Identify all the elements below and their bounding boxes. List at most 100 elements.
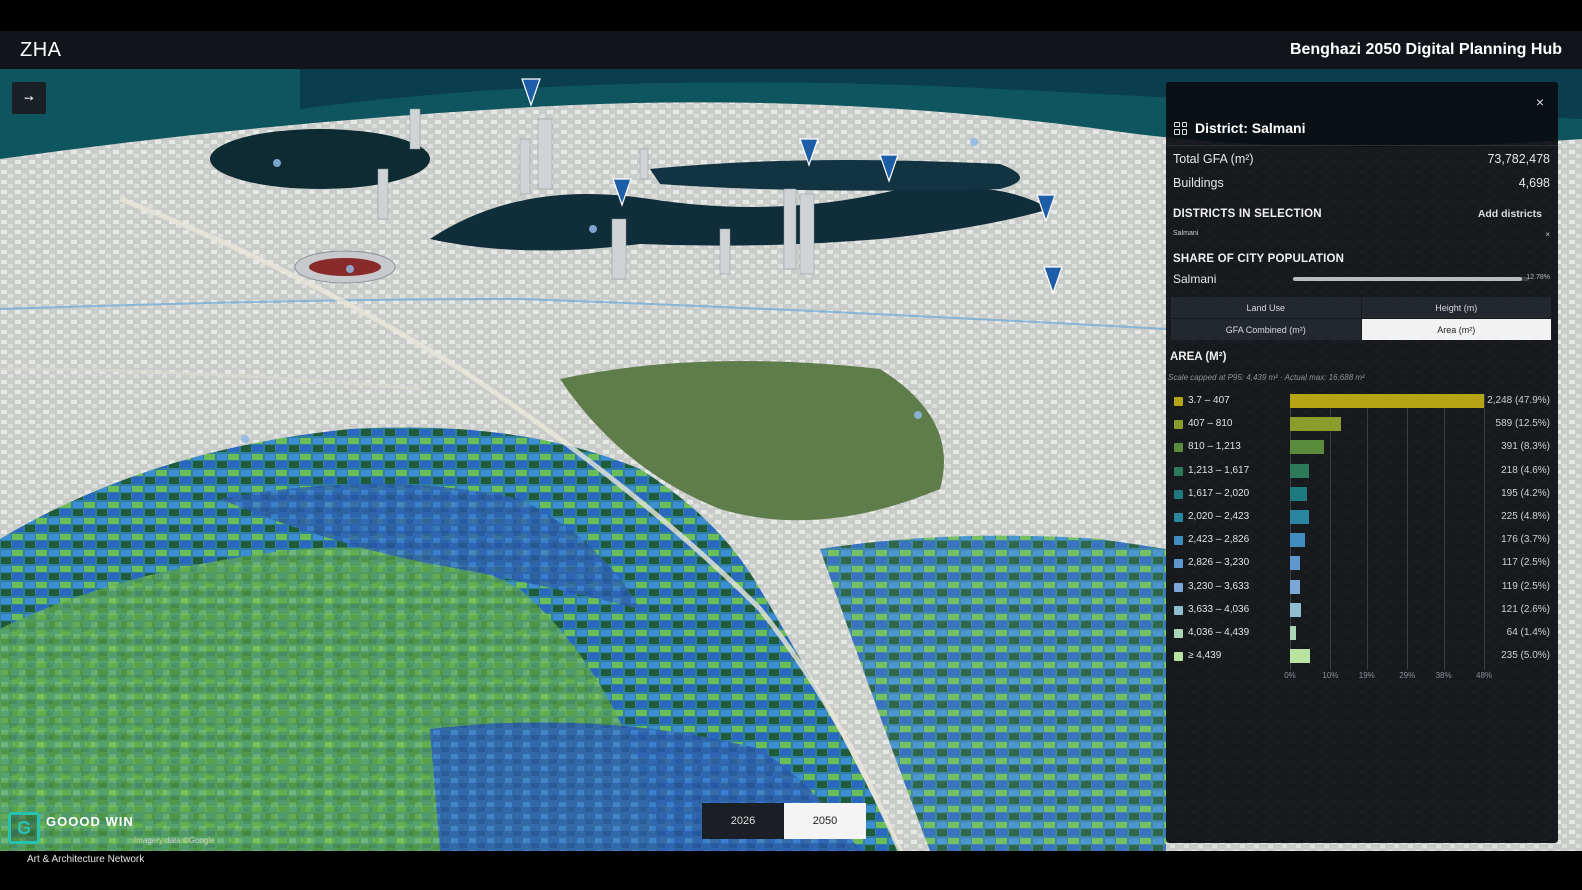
bar-value-label: 121 (2.6%) — [1501, 603, 1550, 615]
x-tick-label: 0% — [1284, 671, 1296, 680]
tab-area[interactable]: Area (m²) — [1361, 319, 1551, 340]
histogram-row: 2,826 – 3,230 117 (2.5%) — [1172, 556, 1550, 571]
total-gfa-value: 73,782,478 — [1487, 152, 1550, 166]
legend-swatch — [1174, 559, 1183, 569]
histogram-bar[interactable] — [1290, 417, 1341, 432]
grid-icon — [1174, 121, 1187, 135]
bin-label: 4,036 – 4,439 — [1188, 627, 1250, 638]
histogram-row: 1,617 – 2,020 195 (4.2%) — [1172, 486, 1550, 501]
histogram-row: 407 – 810 589 (12.5%) — [1172, 417, 1550, 432]
close-panel-button[interactable]: × — [1536, 94, 1544, 110]
bar-value-label: 2,248 (47.9%) — [1487, 395, 1550, 406]
bar-value-label: 117 (2.5%) — [1501, 557, 1550, 569]
histogram-row: 2,423 – 2,826 176 (3.7%) — [1172, 533, 1550, 548]
bar-value-label: 64 (1.4%) — [1506, 627, 1550, 638]
histogram-bar[interactable] — [1290, 440, 1324, 455]
x-tick-label: 19% — [1358, 671, 1375, 680]
tab-land-use[interactable]: Land Use — [1171, 297, 1361, 318]
legend-swatch — [1174, 652, 1183, 662]
legend-swatch — [1174, 397, 1183, 406]
histogram-row: 810 – 1,213 391 (8.3%) — [1172, 440, 1550, 455]
population-value: 12.78% — [1526, 274, 1550, 281]
bar-value-label: 176 (3.7%) — [1501, 534, 1550, 546]
watermark-brand: GOOOD WIN — [46, 814, 134, 829]
histogram-bar[interactable] — [1290, 649, 1311, 664]
bin-label: 2,423 – 2,826 — [1188, 534, 1250, 546]
total-gfa-row: Total GFA (m²) 73,782,478 — [1173, 152, 1550, 166]
histogram-bar[interactable] — [1290, 602, 1301, 617]
x-tick-label: 10% — [1322, 671, 1339, 680]
watermark: G GOOOD WIN Imagery data ©Google — [8, 812, 215, 845]
legend-swatch — [1174, 629, 1183, 638]
x-tick-label: 38% — [1435, 671, 1452, 680]
histogram-bar[interactable] — [1290, 626, 1296, 640]
histogram-row: 3,230 – 3,633 119 (2.5%) — [1172, 579, 1550, 594]
year-toggle: 2026 2050 — [702, 803, 866, 839]
bar-value-label: 225 (4.8%) — [1501, 511, 1550, 522]
legend-swatch — [1174, 605, 1183, 615]
bar-value-label: 218 (4.6%) — [1501, 464, 1550, 476]
imagery-credit: Imagery data ©Google — [134, 836, 215, 845]
population-section-title: SHARE OF CITY POPULATION — [1173, 253, 1345, 265]
tab-gfa-combined[interactable]: GFA Combined (m²) — [1171, 319, 1361, 340]
legend-swatch — [1174, 536, 1183, 546]
bin-label: 2,020 – 2,423 — [1188, 511, 1250, 522]
legend-swatch — [1174, 489, 1183, 499]
histogram-row: 2,020 – 2,423 225 (4.8%) — [1172, 510, 1550, 524]
add-districts-button[interactable]: Add districts — [1478, 208, 1542, 220]
legend-swatch — [1174, 466, 1183, 476]
histogram-bar[interactable] — [1290, 579, 1301, 594]
legend-swatch — [1174, 443, 1183, 453]
population-row: Salmani 12.78% — [1173, 272, 1550, 286]
metric-tabs: Land Use Height (m) GFA Combined (m²) Ar… — [1171, 297, 1551, 340]
histogram-row: 3.7 – 407 2,248 (47.9%) — [1172, 394, 1550, 408]
area-scale-note: Scale capped at P95: 4,439 m² · Actual m… — [1168, 373, 1365, 382]
panel-title: District: Salmani — [1174, 120, 1305, 136]
legend-swatch — [1174, 582, 1183, 592]
population-bar-track — [1293, 277, 1529, 281]
histogram-bar[interactable] — [1290, 486, 1307, 501]
histogram-bar[interactable] — [1290, 510, 1310, 524]
buildings-label: Buildings — [1173, 176, 1224, 190]
bar-value-label: 119 (2.5%) — [1501, 580, 1550, 592]
divider — [1166, 145, 1558, 146]
year-2050-button[interactable]: 2050 — [784, 803, 866, 839]
bin-label: 1,617 – 2,020 — [1188, 487, 1250, 499]
bin-label: 1,213 – 1,617 — [1188, 464, 1250, 476]
remove-district-button[interactable]: × — [1545, 230, 1550, 239]
histogram-bar[interactable] — [1290, 556, 1301, 571]
navigation-button[interactable]: ➙ — [12, 82, 46, 114]
area-chart-title: AREA (M²) — [1170, 351, 1227, 363]
histogram-row: ≥ 4,439 235 (5.0%) — [1172, 649, 1550, 664]
district-chip-label: Salmani — [1173, 230, 1199, 237]
district-name: District: Salmani — [1195, 120, 1306, 136]
bin-label: 2,826 – 3,230 — [1188, 557, 1250, 569]
app-title: Benghazi 2050 Digital Planning Hub — [1289, 41, 1562, 58]
bin-label: 810 – 1,213 — [1188, 441, 1241, 453]
legend-swatch — [1174, 513, 1183, 522]
area-histogram: 0% 10% 19% 29% 38% 48% 3.7 – 407 2,248 (47.9%) 4… — [1166, 388, 1558, 688]
year-2026-button[interactable]: 2026 — [702, 803, 784, 839]
zha-logo: ZHA — [20, 38, 62, 61]
legend-swatch — [1174, 420, 1183, 430]
app-header: ZHA Benghazi 2050 Digital Planning Hub — [0, 31, 1582, 69]
bar-value-label: 589 (12.5%) — [1495, 418, 1550, 430]
district-chip: Salmani × — [1173, 230, 1550, 239]
histogram-bar[interactable] — [1290, 463, 1309, 478]
bin-label: 3.7 – 407 — [1188, 395, 1230, 406]
watermark-subtitle: Art & Architecture Network — [27, 854, 145, 865]
population-label: Salmani — [1173, 272, 1217, 286]
x-tick-label: 29% — [1399, 671, 1416, 680]
histogram-bar[interactable] — [1290, 394, 1484, 408]
district-panel: × District: Salmani Total GFA (m²) 73,78… — [1166, 82, 1558, 843]
population-bar-fill — [1293, 277, 1522, 281]
bin-label: ≥ 4,439 — [1188, 650, 1222, 662]
watermark-logo-icon: G — [8, 812, 40, 844]
histogram-row: 1,213 – 1,617 218 (4.6%) — [1172, 463, 1550, 478]
tab-height[interactable]: Height (m) — [1361, 297, 1551, 318]
histogram-row: 3,633 – 4,036 121 (2.6%) — [1172, 602, 1550, 617]
histogram-bar[interactable] — [1290, 533, 1305, 548]
x-tick-label: 48% — [1475, 671, 1493, 680]
bin-label: 3,230 – 3,633 — [1188, 580, 1250, 592]
total-gfa-label: Total GFA (m²) — [1173, 152, 1254, 166]
